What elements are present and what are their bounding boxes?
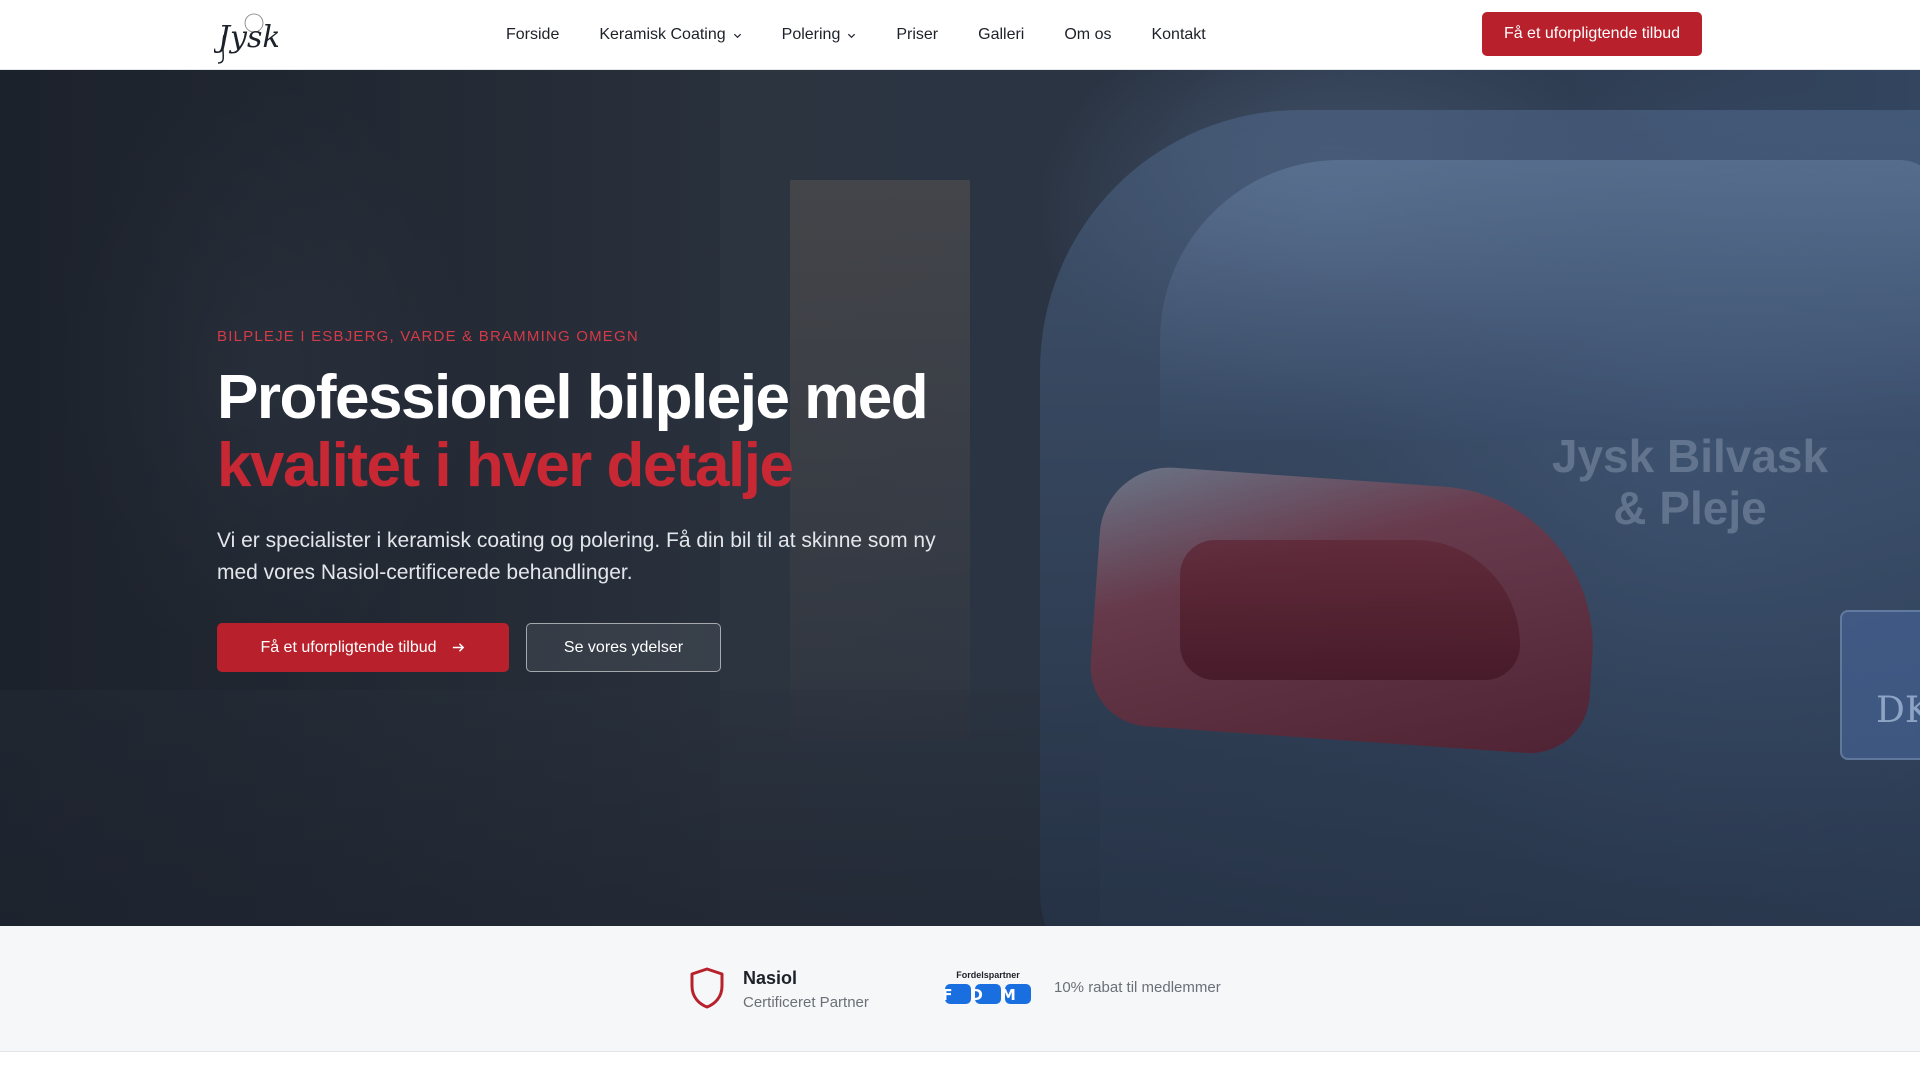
- logo[interactable]: Jysk: [212, 5, 281, 65]
- nav-label: Om os: [1064, 26, 1112, 43]
- chevron-down-icon: [848, 33, 856, 38]
- car-trunk: [1160, 160, 1920, 440]
- nav-label: Forside: [506, 26, 560, 43]
- nav-item-kontakt[interactable]: Kontakt: [1151, 26, 1205, 44]
- fdm-logo-caption: Fordelspartner: [956, 970, 1020, 980]
- button-label: Få et uforpligtende tilbud: [260, 638, 437, 656]
- logo-icon: Jysk: [212, 13, 281, 64]
- nav-item-polering[interactable]: Polering: [782, 26, 857, 44]
- main-nav: Forside Keramisk Coating Polering Priser…: [506, 0, 1206, 70]
- fdm-logo-icon: FDM: [944, 984, 1032, 1004]
- site-header: Jysk Forside Keramisk Coating Polering P…: [0, 0, 1920, 70]
- hero-background-pillar: [790, 180, 970, 740]
- nav-item-galleri[interactable]: Galleri: [978, 26, 1024, 44]
- car-watermark: Jysk Bilvask & Pleje: [1551, 430, 1829, 534]
- nav-label: Polering: [781, 26, 841, 43]
- hero-title-line-2: kvalitet i hver detalje: [217, 431, 794, 500]
- car-taillight-lens: [1180, 540, 1520, 680]
- hero-section: DK Jysk Bilvask & Pleje BILPLEJE I ESBJE…: [0, 70, 1920, 926]
- nav-label: Keramisk Coating: [599, 26, 726, 43]
- arrow-right-icon: [452, 643, 464, 652]
- nav-item-priser[interactable]: Priser: [896, 26, 938, 44]
- services-button[interactable]: Se vores ydelser: [526, 623, 721, 672]
- chevron-down-icon: [733, 33, 741, 38]
- nav-item-forside[interactable]: Forside: [506, 26, 559, 44]
- hero-eyebrow: BILPLEJE I ESBJERG, VARDE & BRAMMING OME…: [217, 328, 639, 345]
- hero-quote-button[interactable]: Få et uforpligtende tilbud: [217, 623, 509, 672]
- nav-label: Kontakt: [1151, 26, 1206, 43]
- nasiol-partner-subtitle: Certificeret Partner: [743, 994, 869, 1011]
- shield-icon: [690, 967, 724, 1009]
- nav-item-om-os[interactable]: Om os: [1064, 26, 1111, 44]
- license-plate-text: DK: [1876, 690, 1920, 731]
- nav-item-keramisk-coating[interactable]: Keramisk Coating: [599, 26, 741, 44]
- hero-lead: Vi er specialister i keramisk coating og…: [217, 529, 936, 584]
- hero-background-floor: [0, 690, 1100, 926]
- partner-strip: Nasiol Certificeret Partner Fordelspartn…: [0, 926, 1920, 1052]
- fdm-logo: Fordelspartner FDM: [944, 970, 1032, 1006]
- fdm-discount-text: 10% rabat til medlemmer: [1054, 979, 1221, 996]
- nasiol-partner-name: Nasiol: [743, 968, 798, 988]
- hero-title-line-1: Professionel bilpleje med: [217, 363, 929, 432]
- header-quote-button[interactable]: Få et uforpligtende tilbud: [1482, 12, 1702, 56]
- license-plate: [1840, 610, 1920, 760]
- nav-label: Priser: [896, 26, 939, 43]
- nav-label: Galleri: [978, 26, 1025, 43]
- svg-text:FDM: FDM: [944, 986, 1032, 1004]
